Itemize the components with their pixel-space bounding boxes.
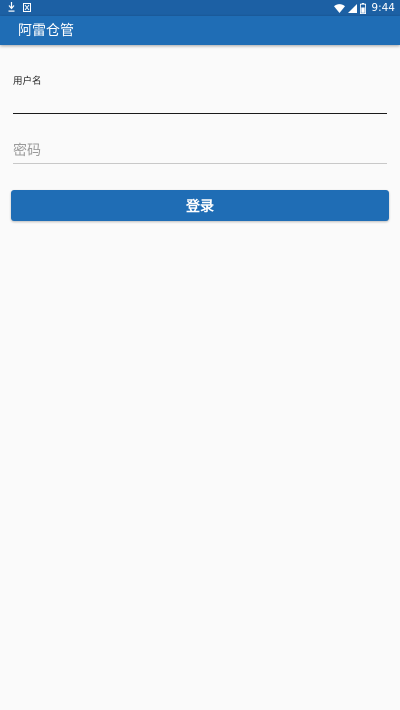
password-field	[13, 140, 387, 164]
status-right-icons: 9:44	[334, 1, 395, 15]
password-input[interactable]	[13, 141, 387, 161]
app-notification-icon	[23, 2, 31, 12]
battery-icon	[360, 2, 367, 14]
password-underline	[13, 163, 387, 164]
username-label: 用户名	[13, 76, 42, 87]
app-bar: 阿雷仓管	[0, 16, 400, 45]
username-underline	[13, 113, 387, 114]
signal-icon	[348, 3, 358, 13]
app-title: 阿雷仓管	[18, 23, 74, 39]
username-input[interactable]	[13, 92, 387, 112]
username-field: 用户名	[13, 76, 387, 114]
download-icon	[8, 2, 15, 12]
status-time: 9:44	[371, 2, 395, 14]
status-bar: 9:44	[0, 0, 400, 16]
wifi-icon	[334, 3, 346, 13]
status-left-icons	[8, 2, 31, 12]
login-button[interactable]: 登录	[11, 190, 389, 221]
